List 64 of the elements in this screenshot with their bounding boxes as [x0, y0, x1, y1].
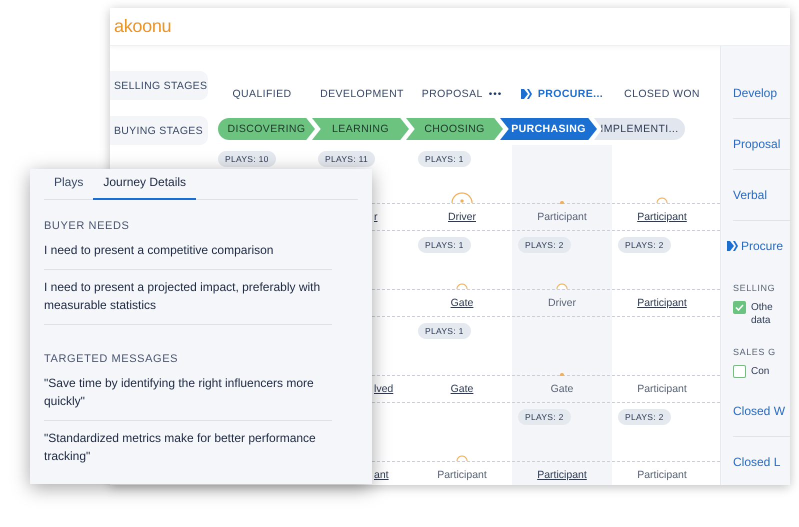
- stage-link[interactable]: Verbal: [733, 170, 790, 221]
- stage-link[interactable]: Procure: [727, 221, 790, 271]
- role-link[interactable]: Gate: [450, 297, 474, 309]
- ring-icon: [656, 197, 668, 203]
- tab[interactable]: Plays: [44, 169, 94, 200]
- role-text: Participant: [437, 469, 487, 481]
- detail-text: I need to present a projected impact, preferably with measurable statistics: [44, 278, 332, 325]
- buying-stage[interactable]: LEARNING: [312, 118, 409, 140]
- checkbox[interactable]: [733, 365, 746, 378]
- role-link[interactable]: Participant: [537, 469, 587, 481]
- role-text: Gate: [550, 383, 574, 395]
- plays-badge: PLAYS: 2: [518, 409, 571, 425]
- ring-icon: [456, 455, 468, 461]
- selling-stage[interactable]: DEVELOPMENT: [312, 88, 412, 100]
- section-heading: SALES G: [733, 347, 777, 357]
- plays-badge: PLAYS: 2: [618, 237, 671, 253]
- stage-link[interactable]: Develop: [733, 68, 790, 119]
- role-text: Driver: [548, 297, 576, 309]
- checkbox-label: Othe data: [751, 301, 774, 327]
- role-link[interactable]: lved: [374, 383, 394, 395]
- checkbox-label: Con: [751, 365, 770, 378]
- section-heading: SELLING: [733, 283, 776, 293]
- stage-label: BUYING STAGES: [110, 116, 208, 145]
- plays-badge: PLAYS: 10: [218, 151, 276, 167]
- detail-text: "Save time by identifying the right influencers more quickly": [44, 374, 332, 421]
- checkbox[interactable]: [733, 301, 746, 314]
- tab[interactable]: Journey Details: [93, 169, 196, 200]
- role-link[interactable]: ant: [374, 469, 389, 481]
- stage-link[interactable]: Closed L: [733, 437, 790, 485]
- role-link[interactable]: Participant: [637, 211, 687, 223]
- selling-stage[interactable]: PROPOSAL •••: [412, 88, 512, 100]
- selling-stage[interactable]: PROCURE...: [512, 88, 612, 100]
- role-link[interactable]: Gate: [450, 383, 474, 395]
- role-link[interactable]: Driver: [448, 211, 476, 223]
- stage-icon: [520, 89, 532, 99]
- buying-stage[interactable]: CHOOSING: [406, 118, 503, 140]
- detail-text: "Standardized metrics make for better performance tracking": [44, 430, 317, 465]
- buying-stage[interactable]: PURCHASING: [500, 118, 597, 140]
- stage-link[interactable]: Proposal: [733, 119, 790, 170]
- plays-badge: PLAYS: 2: [518, 237, 571, 253]
- role-link[interactable]: Participant: [637, 297, 687, 309]
- section-heading: TARGETED MESSAGES: [44, 353, 180, 365]
- ring-icon: [556, 283, 568, 289]
- role-link[interactable]: r: [374, 211, 378, 223]
- logo: akoonu: [114, 16, 172, 37]
- ring-icon: [456, 283, 468, 289]
- detail-text: I need to present a competitive comparison: [44, 241, 332, 270]
- stage-label: SELLING STAGES: [110, 71, 208, 100]
- plays-badge: PLAYS: 1: [418, 323, 471, 339]
- section-heading: BUYER NEEDS: [44, 220, 130, 232]
- role-text: Participant: [537, 211, 587, 223]
- plays-badge: PLAYS: 1: [418, 237, 471, 253]
- selling-stage[interactable]: QUALIFIED: [212, 88, 312, 100]
- role-text: Participant: [637, 383, 687, 395]
- selling-stage[interactable]: CLOSED WON: [612, 88, 712, 100]
- plays-badge: PLAYS: 11: [318, 151, 376, 167]
- plays-badge: PLAYS: 1: [418, 151, 471, 167]
- stage-icon: [727, 241, 738, 251]
- buying-stage[interactable]: IMPLEMENTI...: [594, 118, 685, 140]
- ring-icon: [451, 191, 473, 203]
- plays-badge: PLAYS: 2: [618, 409, 671, 425]
- role-text: Participant: [637, 469, 687, 481]
- stage-link[interactable]: Closed W: [733, 386, 790, 437]
- buying-stage[interactable]: DISCOVERING: [218, 118, 315, 140]
